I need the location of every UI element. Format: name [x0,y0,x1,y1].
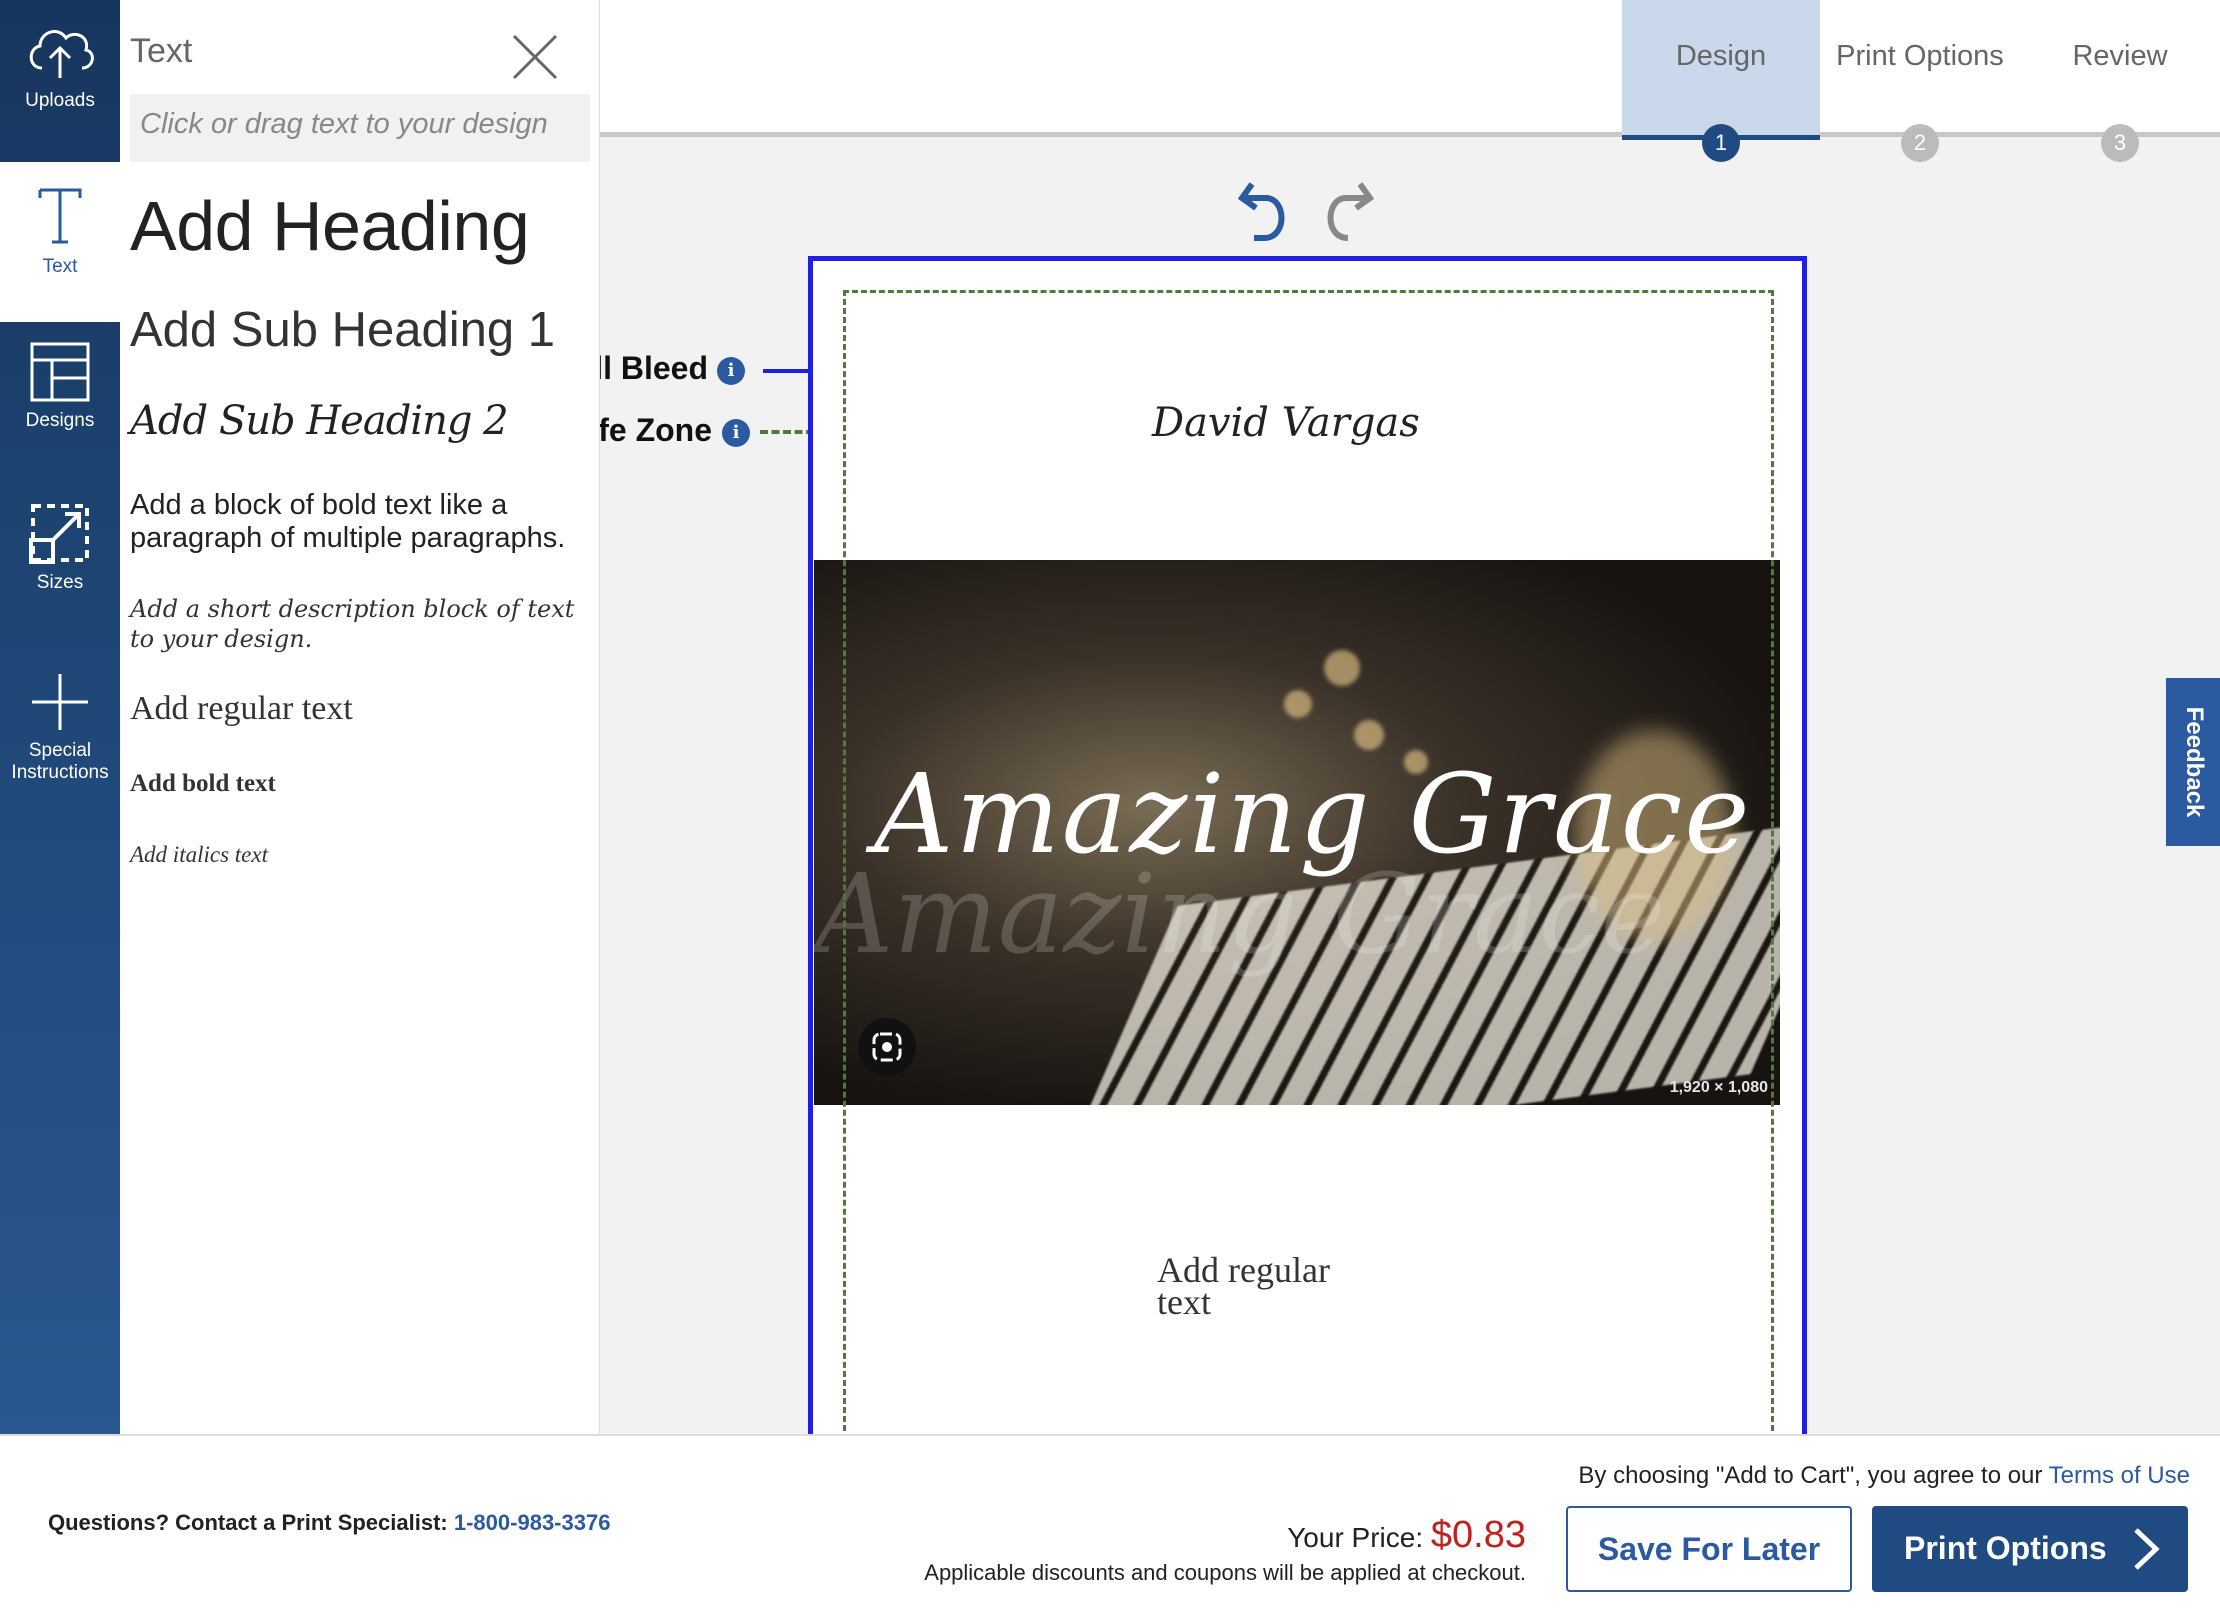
price-label: Your Price: [1287,1522,1424,1553]
add-sub-heading-1-option[interactable]: Add Sub Heading 1 [130,302,555,358]
contact-info: Questions? Contact a Print Specialist: 1… [48,1510,610,1536]
step-bar: Design 1 Print Options 2 Review 3 [600,0,2220,162]
undo-icon [1237,182,1285,241]
add-bold-text-option[interactable]: Add bold text [130,770,276,798]
sidebar-item-uploads[interactable]: Uploads [0,20,120,160]
sidebar-item-special-instructions[interactable]: Special Instructions [0,670,120,790]
add-italic-text-option[interactable]: Add italics text [130,842,268,868]
sidebar-item-sizes[interactable]: Sizes [0,500,120,610]
tab-review[interactable]: Review 3 [2020,0,2220,162]
design-photo[interactable]: Amazing Grace Amazing Grace 1,920 × 1,08… [814,560,1780,1105]
bokeh-light [1324,650,1360,686]
panel-title: Text [130,32,193,70]
full-bleed-info-icon[interactable]: i [717,357,745,385]
add-heading-option[interactable]: Add Heading [130,186,530,266]
undo-button[interactable] [1237,176,1294,246]
phone-link[interactable]: 1-800-983-3376 [454,1510,611,1535]
full-bleed-marker [763,369,811,373]
footer-bar: Questions? Contact a Print Specialist: 1… [0,1434,2220,1614]
sidebar-item-label: Uploads [25,90,95,111]
text-panel: Text Click or drag text to your design A… [120,0,600,1434]
sidebar-item-text[interactable]: Text [0,162,120,322]
step-label: Design [1675,40,1767,72]
discount-note: Applicable discounts and coupons will be… [924,1560,1526,1585]
save-for-later-button[interactable]: Save For Later [1566,1506,1852,1592]
sidebar-item-designs[interactable]: Designs [0,340,120,460]
drag-hint: Click or drag text to your design [130,94,590,162]
close-icon [512,34,558,80]
add-description-option[interactable]: Add a short description block of text to… [130,594,600,654]
redo-icon [1327,182,1375,241]
sidebar-item-label: Special Instructions [11,740,109,783]
tab-design[interactable]: Design 1 [1622,0,1820,162]
terms-link[interactable]: Terms of Use [2049,1462,2190,1489]
add-text-block-option[interactable]: Add a block of bold text like a paragrap… [130,489,590,555]
step-label: Print Options [1836,40,2004,72]
step-number: 2 [1901,124,1939,162]
feedback-tab[interactable]: Feedback [2166,678,2220,846]
full-bleed-label: Full Bleed [600,350,708,387]
print-options-button[interactable]: Print Options [1872,1506,2188,1592]
close-panel-button[interactable] [508,30,562,84]
full-bleed-text: Full Bleed [600,350,708,386]
print-options-label: Print Options [1904,1530,2107,1566]
chevron-right-icon [2134,1528,2160,1570]
step-number: 3 [2101,124,2139,162]
sidebar-item-label: Designs [25,410,95,431]
terms-notice: By choosing "Add to Cart", you agree to … [1578,1462,2190,1490]
bokeh-light [1354,720,1384,750]
contact-label: Questions? Contact a Print Specialist: [48,1510,448,1535]
photo-dimensions: 1,920 × 1,080 [1669,1079,1768,1096]
safe-zone-info-icon[interactable]: i [722,419,750,447]
sidebar-item-label: Text [42,256,78,277]
layout-icon [30,342,90,402]
price-display: Your Price: $0.83 [1287,1514,1526,1557]
add-regular-text-option[interactable]: Add regular text [130,690,353,728]
lens-search-button[interactable] [858,1018,916,1076]
terms-prefix: By choosing "Add to Cart", you agree to … [1578,1462,2043,1489]
bokeh-light [1284,690,1312,718]
image-search-icon [872,1032,902,1062]
resize-icon [29,504,89,564]
safe-zone-text: Safe Zone [600,412,712,448]
cloud-upload-icon [29,30,94,78]
text-icon [38,188,82,244]
canvas-name-text[interactable]: David Vargas [1152,400,1420,446]
safe-zone-label: Safe Zone [600,412,712,449]
tab-print-options[interactable]: Print Options 2 [1820,0,2020,162]
photo-title: Amazing Grace [874,750,1752,878]
step-number: 1 [1702,124,1740,162]
sidebar-item-label: Sizes [36,572,84,593]
step-label: Review [2072,40,2168,72]
price-value: $0.83 [1430,1514,1526,1556]
canvas-regular-text[interactable]: Add regular text [1157,1252,1377,1320]
plus-icon [32,674,88,730]
safe-zone-marker [760,430,814,434]
redo-button[interactable] [1318,176,1375,246]
feedback-label: Feedback [2181,706,2208,818]
add-sub-heading-2-option[interactable]: Add Sub Heading 2 [130,398,509,444]
tool-rail: Uploads Text Designs Sizes Special Instr… [0,0,120,1434]
